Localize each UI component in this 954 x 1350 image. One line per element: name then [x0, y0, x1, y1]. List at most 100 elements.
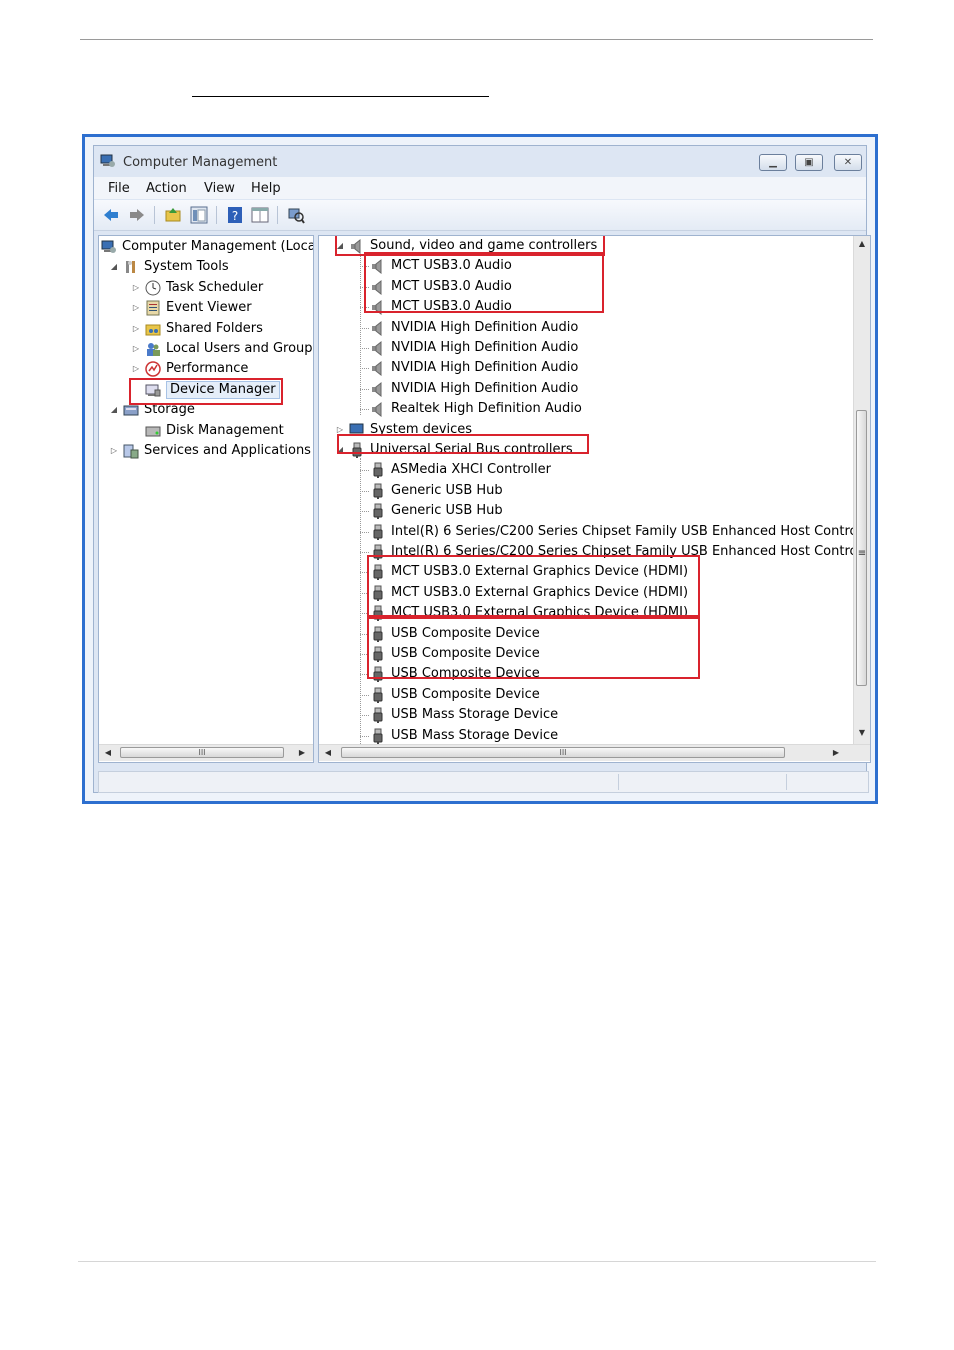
tree-connector — [360, 348, 369, 349]
device-tree-item-icon-wrap — [370, 339, 386, 357]
status-bar — [98, 771, 869, 793]
tree-connector — [360, 531, 369, 533]
maximize-button[interactable]: ▣ — [795, 154, 823, 171]
highlight-device-manager — [129, 378, 283, 405]
collapsed-arrow-icon[interactable]: ▷ — [131, 320, 141, 338]
device-tree-item-row[interactable]: NVIDIA High Definition Audio — [319, 319, 849, 337]
console-tree-item-row[interactable]: ◢ System Tools — [99, 258, 313, 276]
usb-plug-icon — [373, 483, 383, 499]
device-tree-item-label: Generic USB Hub — [391, 482, 503, 498]
title-bar[interactable]: Computer Management ▁ ▣ ✕ — [94, 146, 866, 176]
device-tree-item-label: USB Composite Device — [391, 686, 540, 702]
console-tree-item-row[interactable]: ▷ Task Scheduler — [99, 279, 313, 297]
forward-arrow-icon[interactable] — [128, 206, 146, 224]
toolbar-separator — [216, 206, 217, 224]
menu-action[interactable]: Action — [146, 181, 187, 196]
device-tree-item-row[interactable]: Generic USB Hub — [319, 502, 849, 520]
computer-management-icon — [100, 154, 115, 167]
device-tree-item-label: Intel(R) 6 Series/C200 Series Chipset Fa… — [391, 523, 871, 539]
expanded-arrow-icon[interactable]: ◢ — [109, 258, 119, 276]
collapsed-arrow-icon[interactable]: ▷ — [131, 299, 141, 317]
device-tree-item-row[interactable]: USB Mass Storage Device — [319, 706, 849, 724]
window-body: Computer Management ▁ ▣ ✕ File Action Vi… — [93, 145, 871, 793]
minimize-button[interactable]: ▁ — [759, 154, 787, 171]
left-scroll-thumb[interactable]: III — [120, 747, 284, 758]
speaker-icon — [372, 402, 382, 418]
collapsed-arrow-icon[interactable]: ▷ — [131, 360, 141, 378]
scroll-right-icon[interactable]: ▶ — [295, 748, 309, 757]
console-tree-item-label: Shared Folders — [166, 320, 263, 336]
usb-plug-icon — [373, 707, 383, 724]
expanded-arrow-icon[interactable]: ◢ — [109, 401, 119, 419]
scroll-grip-icon: ≡ — [857, 548, 867, 559]
back-arrow-icon[interactable] — [102, 206, 120, 224]
console-tree-item-icon-wrap — [145, 422, 161, 440]
scroll-down-icon[interactable]: ▼ — [855, 728, 869, 737]
tree-connector — [360, 735, 369, 737]
device-tree-item-row[interactable]: Intel(R) 6 Series/C200 Series Chipset Fa… — [319, 523, 870, 541]
speaker-icon — [372, 361, 382, 377]
highlight-usb-composite — [367, 617, 700, 679]
console-tree-item-row[interactable]: ▷ Event Viewer — [99, 299, 313, 317]
up-folder-icon[interactable] — [164, 206, 182, 224]
console-tree-item-label: Computer Management (Local — [122, 239, 314, 254]
window-title: Computer Management — [123, 155, 278, 170]
usb-plug-icon — [373, 524, 383, 540]
right-vertical-scrollbar[interactable]: ▲ ≡ ▼ — [853, 236, 870, 744]
collapsed-arrow-icon[interactable]: ▷ — [131, 279, 141, 297]
console-tree-item-row[interactable]: ▷ Performance — [99, 360, 313, 378]
scan-hardware-icon[interactable] — [287, 206, 305, 224]
right-horizontal-scrollbar[interactable]: ◀ III ▶ — [319, 744, 870, 761]
device-tree-item-row[interactable]: NVIDIA High Definition Audio — [319, 339, 849, 357]
device-tree-item-label: ASMedia XHCI Controller — [391, 462, 551, 478]
console-tree-item-icon-wrap — [123, 258, 139, 276]
device-tree-item-label: USB Mass Storage Device — [391, 727, 559, 743]
console-tree-item-row[interactable]: Disk Management — [99, 422, 313, 440]
device-tree-item-row[interactable]: Generic USB Hub — [319, 482, 849, 500]
console-tree-item-label: Local Users and Groups — [166, 341, 314, 356]
console-tree-item-icon-wrap — [145, 340, 161, 358]
console-tree-item-row[interactable]: ▷ Services and Applications — [99, 442, 313, 460]
console-tree-item-row[interactable]: Computer Management (Local — [99, 238, 313, 256]
device-tree-item-row[interactable]: USB Mass Storage Device — [319, 727, 849, 745]
device-tree-item-icon-wrap — [370, 400, 386, 418]
device-tree-item-row[interactable]: ASMedia XHCI Controller — [319, 461, 849, 479]
left-horizontal-scrollbar[interactable]: ◀ III ▶ — [99, 744, 313, 761]
menu-bar: File Action View Help — [94, 177, 866, 199]
properties-icon[interactable] — [251, 206, 269, 224]
device-tree-item-label: NVIDIA High Definition Audio — [391, 319, 579, 335]
right-scroll-thumb[interactable]: III — [341, 747, 785, 758]
toolbar: ? — [94, 200, 866, 231]
device-tree-item-label: NVIDIA High Definition Audio — [391, 360, 579, 376]
menu-file[interactable]: File — [108, 181, 130, 196]
console-tree-item-label: Performance — [166, 361, 249, 377]
menu-help[interactable]: Help — [251, 181, 281, 196]
tree-connector — [360, 368, 369, 370]
disk-icon — [145, 426, 161, 437]
help-icon[interactable]: ? — [226, 206, 244, 224]
clock-icon — [145, 280, 161, 296]
highlight-usb-category — [337, 434, 589, 454]
console-tree-item-label: Disk Management — [166, 422, 284, 438]
scroll-left-icon[interactable]: ◀ — [101, 748, 115, 757]
device-tree-item-row[interactable]: Realtek High Definition Audio — [319, 400, 849, 418]
console-tree-item-row[interactable]: ▷ Local Users and Groups — [99, 340, 313, 358]
minimize-icon: ▁ — [769, 157, 777, 168]
close-button[interactable]: ✕ — [834, 154, 862, 171]
menu-view[interactable]: View — [204, 181, 235, 196]
scroll-left-icon[interactable]: ◀ — [321, 748, 335, 757]
device-tree-pane: ◢ Sound, video and game controllers MCT US… — [318, 235, 871, 763]
device-tree-item-row[interactable]: USB Composite Device — [319, 686, 849, 704]
highlight-mct-graphics — [367, 555, 700, 617]
scroll-up-icon[interactable]: ▲ — [855, 239, 869, 248]
device-tree-item-row[interactable]: NVIDIA High Definition Audio — [319, 380, 849, 398]
collapsed-arrow-icon[interactable]: ▷ — [131, 340, 141, 358]
scroll-thumb-grip: III — [559, 748, 567, 757]
device-tree-item-row[interactable]: NVIDIA High Definition Audio — [319, 359, 849, 377]
device-tree-item-icon-wrap — [370, 727, 386, 745]
show-hide-tree-icon[interactable] — [190, 206, 208, 224]
collapsed-arrow-icon[interactable]: ▷ — [109, 442, 119, 460]
scroll-right-icon[interactable]: ▶ — [829, 748, 843, 757]
console-tree-item-row[interactable]: ▷ Shared Folders — [99, 320, 313, 338]
services-icon — [123, 444, 139, 459]
